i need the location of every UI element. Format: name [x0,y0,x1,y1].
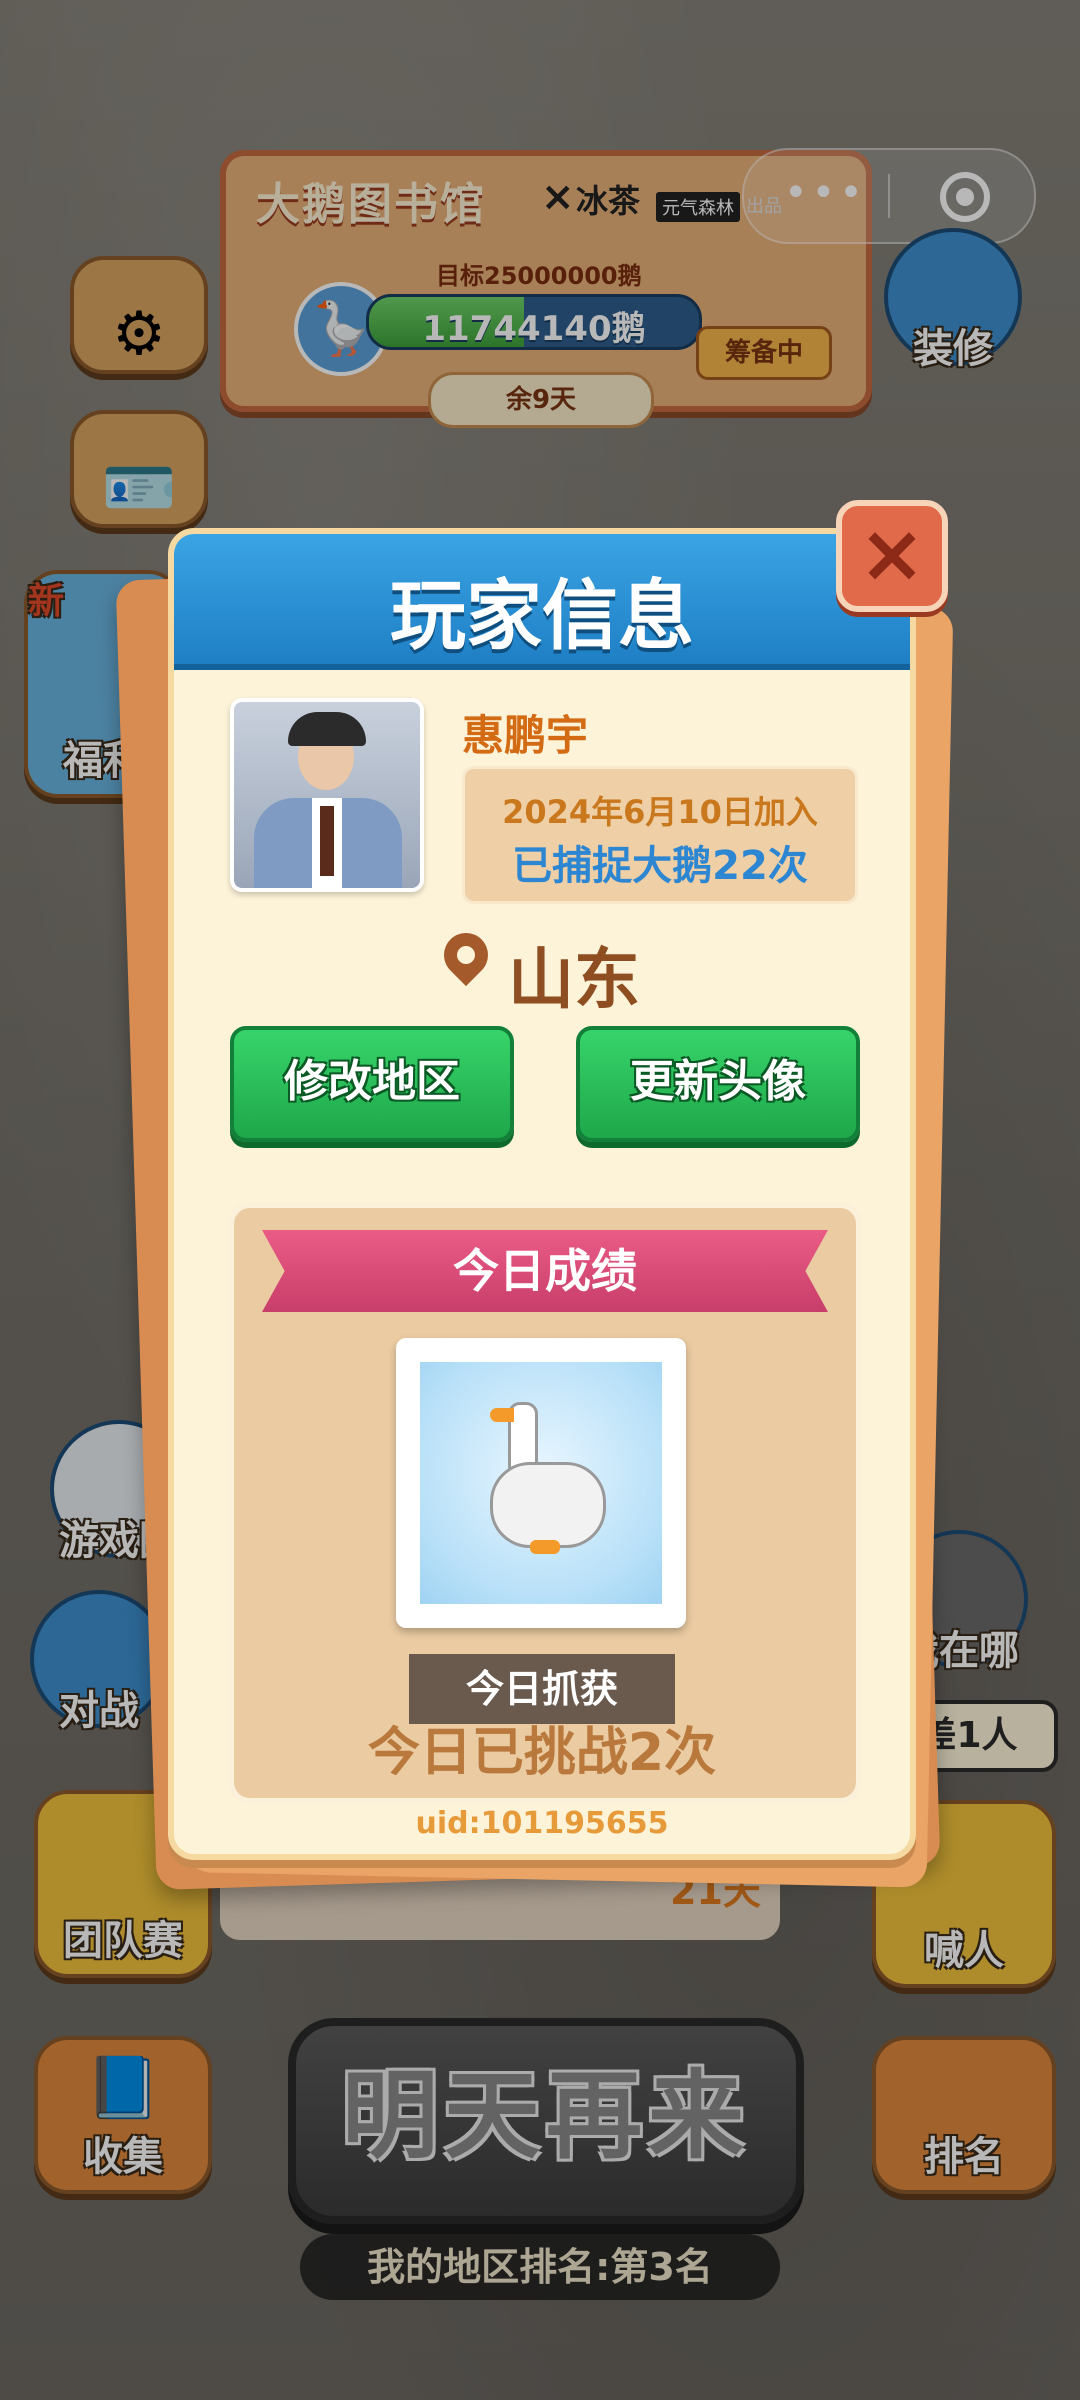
goose-foot [530,1540,560,1554]
join-date: 2024年6月10日加入 [502,793,818,831]
stamp-picture [420,1362,662,1604]
update-avatar-button[interactable]: 更新头像 [576,1026,860,1142]
capture-count: 已捕捉大鹅22次 [512,843,808,889]
goose-beak [490,1408,514,1422]
modal-title: 玩家信息 [390,571,694,660]
today-results-ribbon: 今日成绩 [262,1230,828,1312]
avatar-cap [288,712,366,746]
catch-stamp [396,1338,686,1628]
location-pin-icon [434,923,498,986]
player-uid: uid:101195655 [415,1806,669,1841]
player-avatar [230,698,424,892]
player-location: 山东 [174,923,910,1022]
player-name: 惠鹏宇 [462,711,589,760]
player-stats-box: 2024年6月10日加入 已捕捉大鹅22次 [462,766,858,904]
challenge-count: 今日已挑战2次 [367,1723,717,1783]
avatar-tie [320,806,334,876]
player-info-modal: 玩家信息 惠鹏宇 2024年6月10日加入 已捕捉大鹅22次 山东 修改地区 更… [168,528,916,1860]
goose-teapot-icon [490,1462,606,1548]
change-region-button[interactable]: 修改地区 [230,1026,514,1142]
modal-header: 玩家信息 [174,534,910,670]
close-button[interactable]: × [836,500,948,612]
avatar-photo [234,702,420,888]
location-text: 山东 [508,941,640,1018]
